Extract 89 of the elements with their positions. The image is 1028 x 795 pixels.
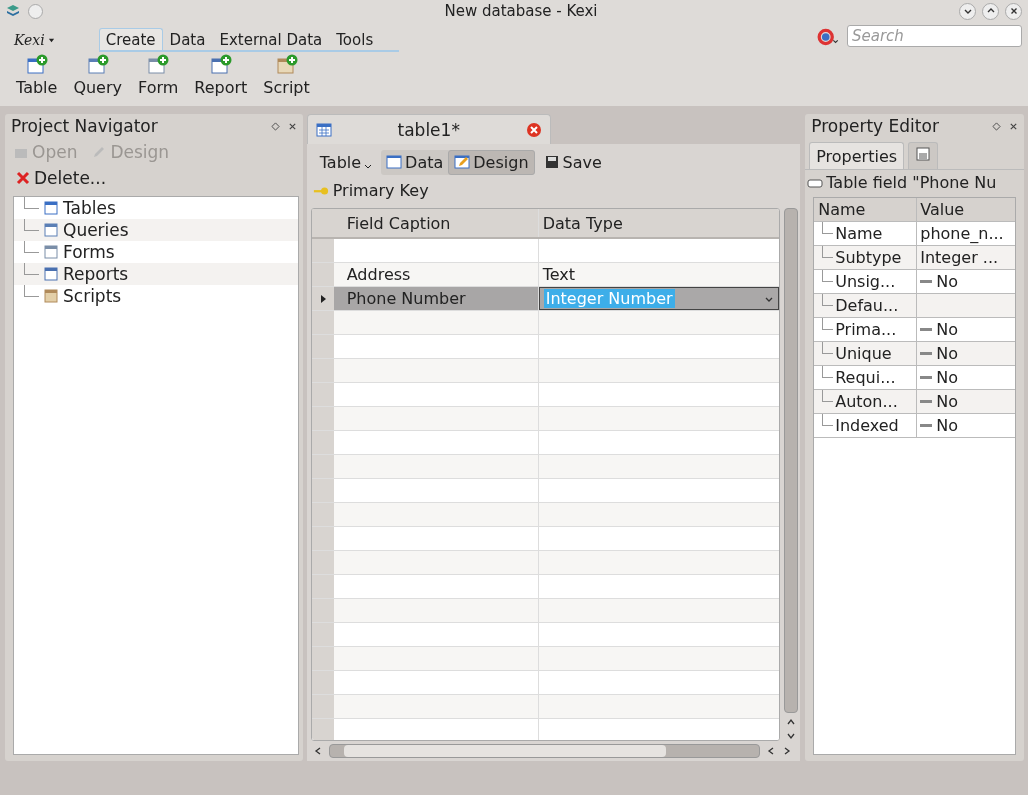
table-menu-button[interactable]: Table: [314, 150, 378, 174]
property-value[interactable]: phone_n...: [920, 224, 1004, 243]
window-title: New database - Kexi: [443, 2, 599, 20]
ribbon-tab[interactable]: Data: [162, 28, 213, 50]
table-cell: Text: [542, 265, 576, 284]
tree-item[interactable]: Tables: [14, 197, 298, 219]
ribbon-tab[interactable]: Tools: [329, 28, 381, 50]
tree-item[interactable]: Forms: [14, 241, 298, 263]
view-toggle-button[interactable]: Data: [381, 149, 449, 175]
column-header: Name: [814, 198, 918, 221]
table-icon: [43, 200, 59, 216]
column-header[interactable]: Data Type: [538, 209, 780, 237]
horizontal-scrollbar[interactable]: [328, 744, 761, 758]
float-icon[interactable]: [992, 121, 1001, 131]
property-value[interactable]: No: [920, 344, 958, 363]
table-cell: Address: [346, 265, 411, 284]
tree-item[interactable]: Scripts: [14, 285, 298, 307]
pencil-window-icon: [454, 154, 471, 170]
table-cell: Phone Number: [346, 289, 466, 308]
scroll-up-icon[interactable]: [786, 717, 797, 727]
property-name: Unsig...: [835, 272, 896, 291]
document-tab[interactable]: table1*: [306, 114, 551, 144]
property-name: Requi...: [835, 368, 896, 387]
close-icon: [1008, 6, 1019, 16]
list-icon: [915, 146, 932, 162]
search-field[interactable]: Search: [847, 25, 1022, 47]
query-icon: [43, 222, 59, 238]
create-button[interactable]: Query: [67, 54, 128, 106]
app-menu-button[interactable]: Kexi: [14, 32, 55, 48]
create-button[interactable]: Form: [132, 54, 185, 106]
close-tab-icon[interactable]: [525, 121, 542, 138]
property-name: Subtype: [835, 248, 902, 267]
caret-icon: [364, 162, 373, 170]
scroll-down-icon[interactable]: [786, 731, 797, 741]
ribbon-tab[interactable]: External Data: [212, 28, 330, 50]
close-icon[interactable]: [1009, 121, 1018, 131]
property-value[interactable]: No: [920, 416, 958, 435]
table-icon: [315, 121, 332, 138]
row-indicator-icon: [318, 293, 327, 304]
create-button[interactable]: Report: [188, 54, 254, 106]
close-icon[interactable]: [287, 121, 297, 131]
tree-item[interactable]: Reports: [14, 263, 298, 285]
floppy-icon: [543, 154, 560, 170]
column-header: Value: [919, 199, 966, 221]
maximize-button[interactable]: [982, 2, 999, 20]
property-name: Prima...: [835, 320, 897, 339]
window-icon: [386, 154, 403, 170]
table-add-icon: [25, 54, 48, 76]
script-icon: [43, 288, 59, 304]
vertical-scrollbar[interactable]: [784, 208, 799, 713]
window-menu-button[interactable]: [28, 3, 43, 19]
panel-title: Property Editor: [811, 116, 940, 136]
property-value[interactable]: No: [920, 368, 958, 387]
property-name: Auton...: [835, 392, 898, 411]
property-subject: Table field "Phone Nu: [826, 173, 997, 192]
report-icon: [43, 266, 59, 282]
create-button[interactable]: Script: [257, 54, 316, 106]
property-value[interactable]: No: [920, 272, 958, 291]
save-button[interactable]: Save: [538, 150, 607, 174]
property-value[interactable]: No: [920, 392, 958, 411]
property-name: Name: [835, 224, 883, 243]
panel-title: Project Navigator: [11, 116, 159, 136]
float-icon[interactable]: [270, 121, 280, 131]
close-button[interactable]: [1005, 2, 1022, 20]
property-name: Defau...: [835, 296, 899, 315]
delete-button[interactable]: Delete...: [5, 166, 303, 192]
ribbon-tab[interactable]: Create: [98, 28, 163, 50]
caret-icon: [47, 36, 55, 44]
app-icon: [6, 4, 20, 18]
query-add-icon: [86, 54, 109, 76]
form-add-icon: [147, 54, 170, 76]
cross-icon: [15, 170, 31, 186]
property-value[interactable]: No: [920, 320, 958, 339]
property-value[interactable]: Integer ...: [920, 248, 999, 267]
view-toggle-button[interactable]: Design: [448, 149, 535, 175]
help-icon[interactable]: [817, 28, 841, 46]
column-header[interactable]: Field Caption: [333, 209, 539, 237]
property-tab[interactable]: [908, 142, 939, 169]
form-icon: [43, 244, 59, 260]
row-header[interactable]: [311, 287, 334, 310]
primary-key-button[interactable]: Primary Key: [306, 177, 435, 204]
property-tab[interactable]: Properties: [809, 142, 905, 169]
report-add-icon: [209, 54, 232, 76]
property-name: Unique: [835, 344, 892, 363]
tree-item[interactable]: Queries: [14, 219, 298, 241]
script-add-icon: [275, 54, 298, 76]
minimize-button[interactable]: [959, 2, 976, 20]
property-name: Indexed: [835, 416, 899, 435]
create-button[interactable]: Table: [10, 54, 64, 106]
